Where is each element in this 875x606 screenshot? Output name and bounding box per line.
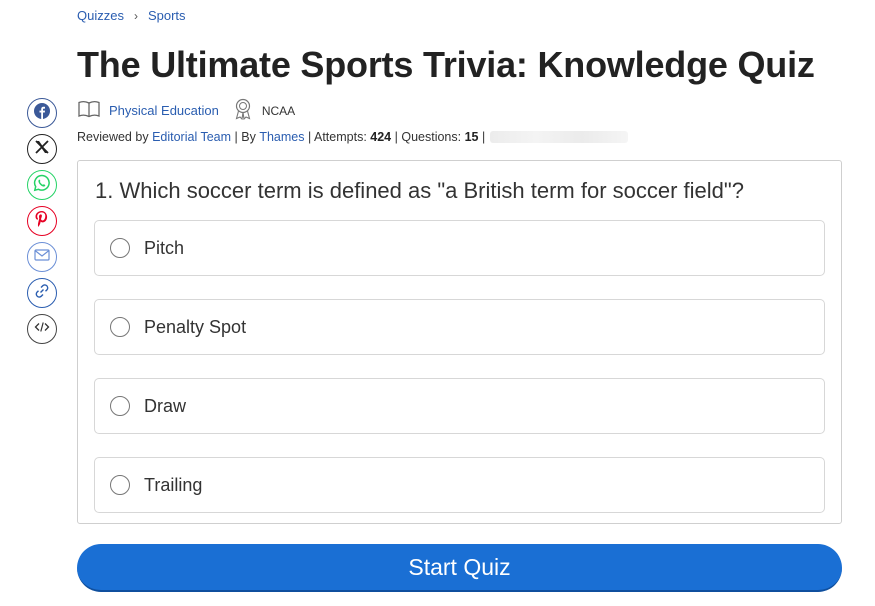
category-label: Physical Education	[109, 103, 219, 118]
questions-count: 15	[464, 130, 479, 144]
tag-link[interactable]: NCAA	[233, 98, 295, 123]
x-icon	[35, 139, 49, 159]
radio-button[interactable]	[110, 396, 130, 416]
share-sidebar	[27, 98, 57, 344]
share-embed-button[interactable]	[27, 314, 57, 344]
whatsapp-icon	[33, 174, 51, 197]
pinterest-icon	[34, 210, 50, 233]
radio-button[interactable]	[110, 317, 130, 337]
quiz-credits: Reviewed by Editorial Team | By Thames |…	[77, 130, 629, 144]
blurred-date	[490, 131, 629, 143]
share-email-button[interactable]	[27, 242, 57, 272]
category-link[interactable]: Physical Education	[78, 100, 219, 121]
breadcrumb: Quizzes › Sports	[77, 8, 186, 23]
questions-prefix: | Questions:	[394, 130, 462, 144]
reviewer-link[interactable]: Editorial Team	[152, 130, 231, 144]
answer-option-draw[interactable]: Draw	[94, 378, 825, 434]
share-whatsapp-button[interactable]	[27, 170, 57, 200]
attempts-prefix: | Attempts:	[307, 130, 367, 144]
answer-label: Draw	[144, 395, 187, 416]
link-icon	[34, 283, 50, 304]
award-icon	[233, 98, 253, 123]
author-link[interactable]: Thames	[259, 130, 304, 144]
answer-label: Pitch	[144, 237, 185, 258]
book-icon	[78, 100, 100, 121]
share-pinterest-button[interactable]	[27, 206, 57, 236]
breadcrumb-quizzes[interactable]: Quizzes	[77, 8, 124, 23]
radio-button[interactable]	[110, 475, 130, 495]
meta-row: Physical Education NCAA	[78, 98, 309, 123]
answer-option-trailing[interactable]: Trailing	[94, 457, 825, 513]
radio-button[interactable]	[110, 238, 130, 258]
share-x-button[interactable]	[27, 134, 57, 164]
breadcrumb-separator: ›	[133, 8, 138, 23]
answer-label: Trailing	[144, 474, 203, 495]
share-link-button[interactable]	[27, 278, 57, 308]
attempts-count: 424	[370, 130, 392, 144]
embed-icon	[34, 320, 50, 338]
reviewed-by-prefix: Reviewed by	[77, 130, 149, 144]
breadcrumb-sports[interactable]: Sports	[148, 8, 186, 23]
question-text: 1. Which soccer term is defined as "a Br…	[95, 178, 744, 203]
answer-option-penalty-spot[interactable]: Penalty Spot	[94, 299, 825, 355]
share-facebook-button[interactable]	[27, 98, 57, 128]
facebook-icon	[34, 102, 50, 124]
answer-option-pitch[interactable]: Pitch	[94, 220, 825, 276]
answer-label: Penalty Spot	[144, 316, 247, 337]
quiz-card: 1. Which soccer term is defined as "a Br…	[77, 160, 842, 524]
start-quiz-button[interactable]: Start Quiz	[77, 544, 842, 592]
tag-label: NCAA	[261, 103, 296, 118]
by-prefix: | By	[234, 130, 256, 144]
email-icon	[34, 248, 50, 266]
credits-separator: |	[481, 130, 486, 144]
page-title: The Ultimate Sports Trivia: Knowledge Qu…	[77, 44, 815, 85]
